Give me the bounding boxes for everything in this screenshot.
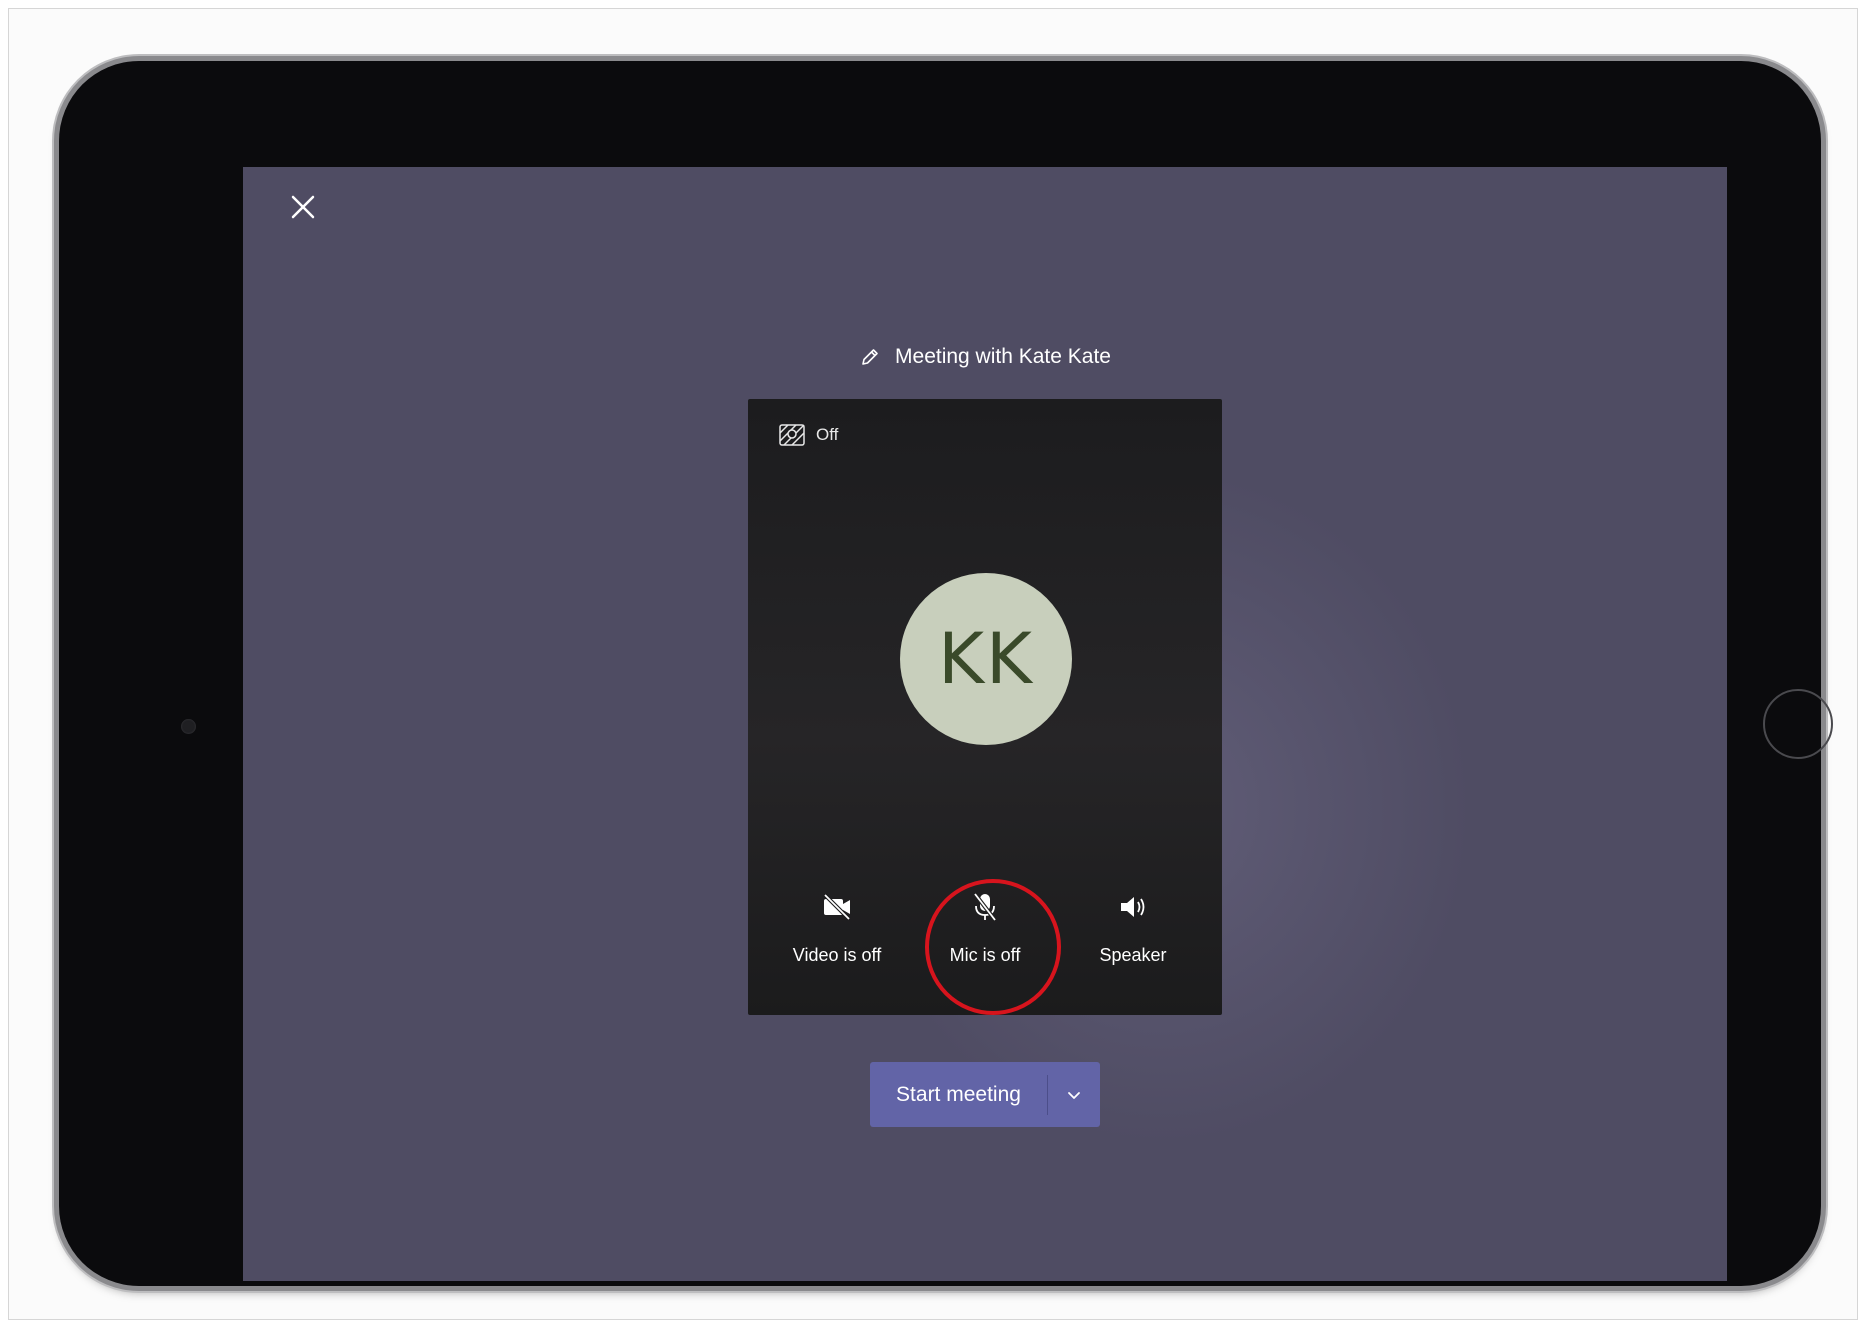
meeting-title-row[interactable]: Meeting with Kate Kate xyxy=(243,337,1727,377)
start-meeting-label: Start meeting xyxy=(896,1082,1021,1106)
speaker-button[interactable]: Speaker xyxy=(1068,889,1198,966)
front-camera xyxy=(181,719,196,734)
video-off-icon xyxy=(823,893,851,921)
background-effects-toggle[interactable]: Off xyxy=(778,423,838,447)
mic-off-icon xyxy=(973,892,997,922)
meeting-title: Meeting with Kate Kate xyxy=(895,345,1111,368)
avatar: KK xyxy=(900,573,1072,745)
chevron-down-icon xyxy=(1068,1091,1080,1099)
speaker-label: Speaker xyxy=(1099,945,1167,965)
start-meeting-split-button: Start meeting xyxy=(870,1062,1100,1127)
close-button[interactable] xyxy=(283,187,323,227)
device-controls: Video is off Mic is off Speaker xyxy=(748,889,1222,989)
tablet-device: Meeting with Kate Kate Off KK Video is o… xyxy=(59,61,1833,1286)
meeting-prejoin-screen: Meeting with Kate Kate Off KK Video is o… xyxy=(243,167,1727,1281)
video-preview: Off KK Video is off Mic is off Speaker xyxy=(748,399,1222,1015)
mic-toggle-button[interactable]: Mic is off xyxy=(920,889,1050,966)
pencil-icon[interactable] xyxy=(859,346,881,368)
speaker-icon xyxy=(1121,897,1145,917)
video-toggle-button[interactable]: Video is off xyxy=(772,889,902,966)
home-button[interactable] xyxy=(1763,689,1833,759)
background-blur-icon xyxy=(779,424,805,446)
figure-frame: Meeting with Kate Kate Off KK Video is o… xyxy=(8,8,1858,1320)
mic-toggle-label: Mic is off xyxy=(949,945,1021,965)
close-icon xyxy=(291,195,315,219)
avatar-initials: KK xyxy=(938,618,1034,700)
start-meeting-button[interactable]: Start meeting xyxy=(870,1062,1047,1127)
start-meeting-options-button[interactable] xyxy=(1048,1062,1100,1127)
video-toggle-label: Video is off xyxy=(792,945,882,965)
background-effects-label: Off xyxy=(816,425,839,444)
